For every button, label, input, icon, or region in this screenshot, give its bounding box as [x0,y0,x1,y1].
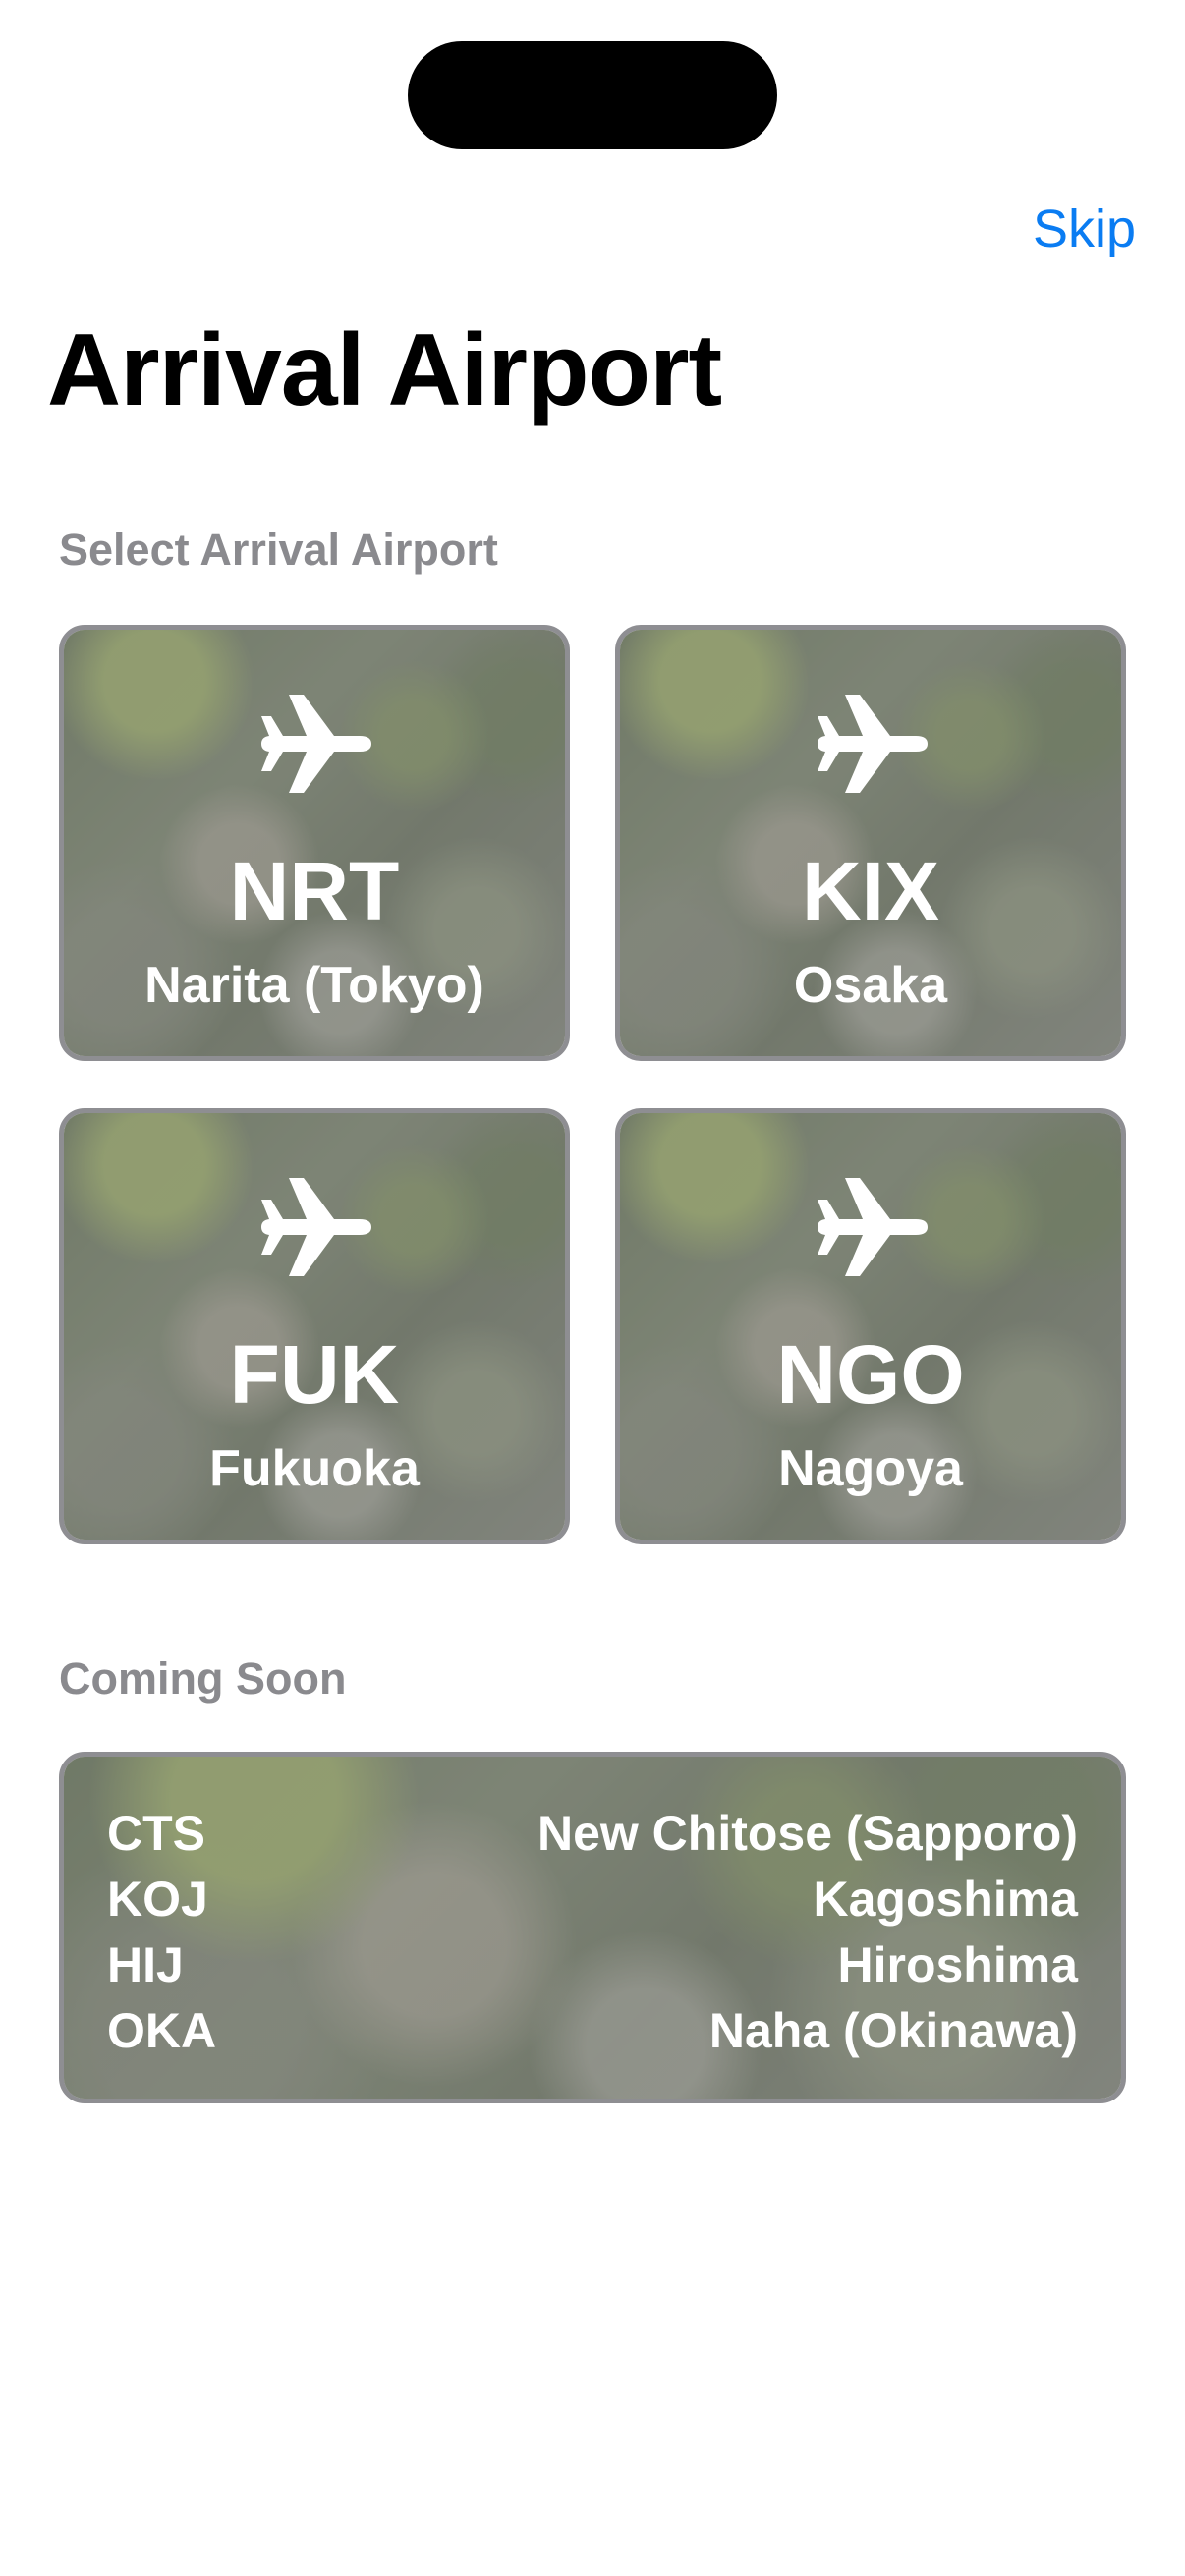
coming-soon-list: CTS New Chitose (Sapporo) KOJ Kagoshima … [107,1800,1078,2063]
airplane-icon [818,1178,928,1276]
airport-code: HIJ [107,1936,184,1992]
airport-tile-nrt[interactable]: NRT Narita (Tokyo) [59,625,570,1061]
list-item: HIJ Hiroshima [107,1932,1078,1997]
airplane-icon [261,1178,371,1276]
airplane-icon [261,695,371,793]
list-item: KOJ Kagoshima [107,1866,1078,1932]
list-item: OKA Naha (Okinawa) [107,1997,1078,2063]
dynamic-island [408,41,777,149]
airport-code: OKA [107,2002,217,2058]
airport-city: Kagoshima [813,1871,1078,1927]
coming-soon-card: CTS New Chitose (Sapporo) KOJ Kagoshima … [59,1752,1126,2103]
airport-tile-fuk[interactable]: FUK Fukuoka [59,1108,570,1544]
airport-code: FUK [229,1328,400,1421]
airport-code: NRT [229,845,400,937]
airport-code: NGO [776,1328,965,1421]
skip-button[interactable]: Skip [1033,198,1136,259]
airport-code: KOJ [107,1871,208,1927]
airport-city: Nagoya [778,1440,963,1497]
airport-tile-kix[interactable]: KIX Osaka [615,625,1126,1061]
airport-code: CTS [107,1805,205,1861]
airport-tile-ngo[interactable]: NGO Nagoya [615,1108,1126,1544]
airport-city: Osaka [793,957,948,1014]
select-airport-section-label: Select Arrival Airport [59,525,498,575]
airport-city: Fukuoka [209,1440,420,1497]
list-item: CTS New Chitose (Sapporo) [107,1800,1078,1866]
airport-city: Narita (Tokyo) [144,957,484,1014]
coming-soon-section-label: Coming Soon [59,1653,347,1704]
page-title: Arrival Airport [47,313,722,427]
airport-code: KIX [801,845,940,937]
airport-city: Hiroshima [837,1936,1078,1992]
airport-city: New Chitose (Sapporo) [536,1805,1078,1861]
airport-city: Naha (Okinawa) [708,2002,1078,2058]
airplane-icon [818,695,928,793]
